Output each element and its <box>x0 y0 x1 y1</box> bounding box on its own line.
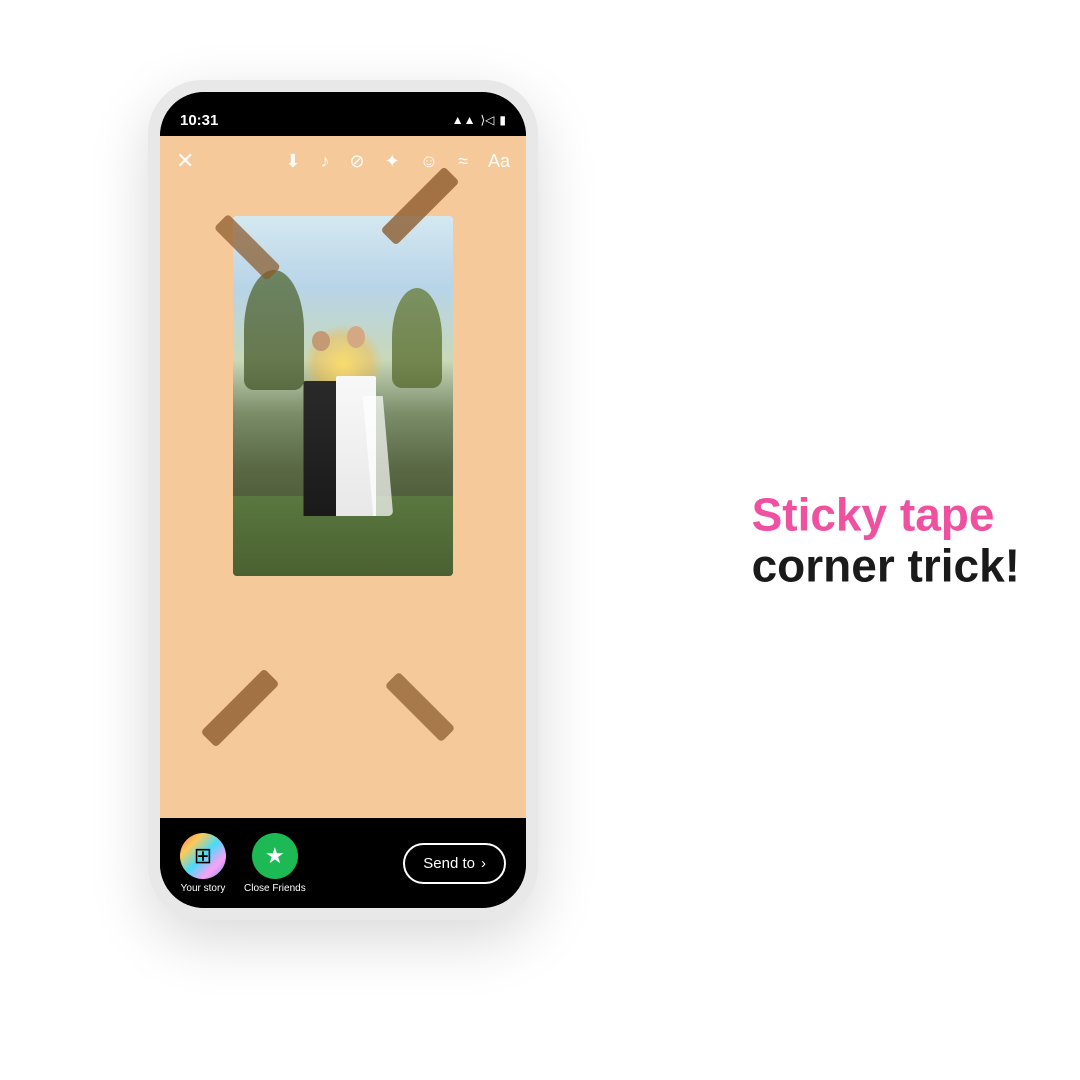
bride-head <box>347 326 365 348</box>
your-story-label: Your story <box>181 883 226 894</box>
couple-silhouette <box>293 316 393 516</box>
your-story-icon[interactable]: ⊞ <box>180 833 226 879</box>
text-content: Sticky tape corner trick! <box>752 489 1020 590</box>
notch <box>268 92 418 122</box>
sparkle-icon[interactable]: ✦ <box>385 151 400 172</box>
groom-head <box>312 331 330 351</box>
emoji-icon[interactable]: ☺ <box>420 151 438 172</box>
toolbar: ✕ ⬇ ♪ ⊘ ✦ ☺ ≈ Aa <box>160 136 526 186</box>
status-icons: ▲▲ ⟩◁ ▮ <box>452 113 506 127</box>
story-editor: ✕ ⬇ ♪ ⊘ ✦ ☺ ≈ Aa <box>160 136 526 818</box>
link-icon[interactable]: ⊘ <box>350 151 365 172</box>
phone-inner: 10:31 ▲▲ ⟩◁ ▮ ✕ ⬇ ♪ ⊘ ✦ ☺ ≈ <box>160 92 526 908</box>
close-friends-icon[interactable]: ★ <box>252 833 298 879</box>
download-icon[interactable]: ⬇ <box>285 151 300 172</box>
music-icon[interactable]: ♪ <box>321 151 330 172</box>
battery-icon: ▮ <box>499 113 506 127</box>
bride <box>328 326 383 516</box>
close-icon[interactable]: ✕ <box>176 148 194 174</box>
audio-icon[interactable]: ≈ <box>458 151 468 172</box>
heading-corner-trick: corner trick! <box>752 540 1020 591</box>
photo-frame <box>233 216 453 576</box>
photo-content <box>233 216 453 576</box>
close-friends-option[interactable]: ★ Close Friends <box>244 833 306 894</box>
your-story-option[interactable]: ⊞ Your story <box>180 833 226 894</box>
status-time: 10:31 <box>180 112 218 129</box>
bottom-bar: ⊞ Your story ★ Close Friends Send to › <box>160 818 526 908</box>
send-to-label: Send to <box>423 855 475 872</box>
wifi-icon: ⟩◁ <box>480 113 494 127</box>
page: 10:31 ▲▲ ⟩◁ ▮ ✕ ⬇ ♪ ⊘ ✦ ☺ ≈ <box>0 0 1080 1080</box>
phone-mockup: 10:31 ▲▲ ⟩◁ ▮ ✕ ⬇ ♪ ⊘ ✦ ☺ ≈ <box>148 80 538 920</box>
tree-right <box>392 288 442 388</box>
signal-icon: ▲▲ <box>452 113 476 127</box>
send-chevron-icon: › <box>481 855 486 872</box>
send-to-button[interactable]: Send to › <box>403 843 506 884</box>
heading-sticky-tape: Sticky tape <box>752 489 1020 540</box>
close-friends-label: Close Friends <box>244 883 306 894</box>
text-icon[interactable]: Aa <box>488 151 510 172</box>
